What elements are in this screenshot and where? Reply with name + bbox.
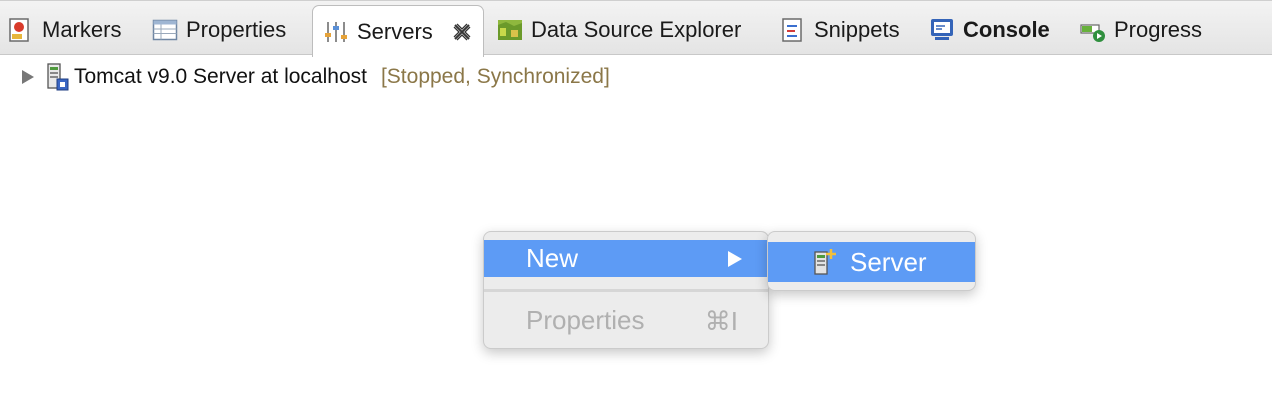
tab-console[interactable]: Console xyxy=(929,5,1050,55)
tab-markers[interactable]: Markers xyxy=(8,5,121,55)
tab-label: Markers xyxy=(42,17,122,42)
close-icon[interactable] xyxy=(451,21,473,43)
tab-label: Data Source Explorer xyxy=(531,17,742,42)
submenu-item-server[interactable]: Server xyxy=(768,242,975,282)
snippets-icon xyxy=(782,18,802,42)
menu-item-properties-label: Properties xyxy=(526,305,645,335)
tab-progress[interactable]: Progress xyxy=(1080,5,1202,55)
menu-item-properties[interactable]: Properties ⌘I xyxy=(484,302,768,339)
console-icon xyxy=(931,19,953,40)
menu-item-new[interactable]: New xyxy=(484,240,768,277)
data-source-explorer-icon xyxy=(498,20,522,40)
tab-data-source-explorer[interactable]: Data Source Explorer xyxy=(497,5,741,55)
tab-label: Servers xyxy=(357,18,433,44)
tab-label: Snippets xyxy=(814,17,900,42)
tab-label: Console xyxy=(963,17,1050,42)
properties-icon xyxy=(152,19,178,41)
new-submenu: Server xyxy=(767,231,976,291)
servers-icon xyxy=(325,21,347,42)
server-icon xyxy=(47,63,69,91)
submenu-arrow-icon xyxy=(728,251,742,267)
server-status: [Stopped, Synchronized] xyxy=(380,65,610,88)
server-tree-item[interactable]: Tomcat v9.0 Server at localhost [Stopped… xyxy=(18,63,610,91)
tab-label: Progress xyxy=(1114,17,1203,42)
tab-label: Properties xyxy=(186,17,287,42)
context-menu: New Properties ⌘I xyxy=(483,231,769,349)
new-server-icon xyxy=(814,249,836,275)
tab-snippets[interactable]: Snippets xyxy=(780,5,900,55)
submenu-item-server-label: Server xyxy=(850,246,927,277)
server-name: Tomcat v9.0 Server at localhost xyxy=(74,65,367,88)
view-tab-bar: Markers Properties Servers Data Source E… xyxy=(0,0,1272,57)
properties-shortcut: ⌘I xyxy=(704,306,738,336)
menu-item-new-label: New xyxy=(526,243,579,273)
progress-icon xyxy=(1080,24,1105,42)
menu-separator xyxy=(484,289,768,292)
tab-properties[interactable]: Properties xyxy=(152,5,286,55)
tab-servers[interactable]: Servers xyxy=(312,5,484,57)
markers-icon xyxy=(9,18,29,42)
expand-arrow-icon[interactable] xyxy=(18,67,38,87)
